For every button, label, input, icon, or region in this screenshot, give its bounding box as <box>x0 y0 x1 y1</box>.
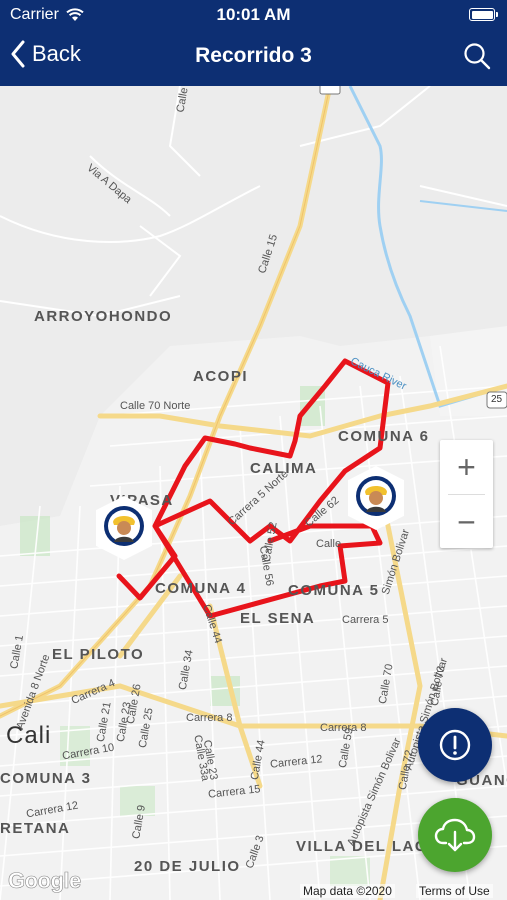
vehicle-marker-start[interactable] <box>96 496 152 572</box>
area-label-comuna4: COMUNA 4 <box>155 580 247 597</box>
area-label-arroyohondo: ARROYOHONDO <box>34 308 173 325</box>
navigation-bar: Back Recorrido 3 <box>0 30 507 86</box>
area-label-el-piloto: EL PILOTO <box>52 646 145 663</box>
map-attribution: Map data ©2020 <box>300 884 395 898</box>
area-label-acopi: ACOPI <box>193 368 249 385</box>
area-label-comuna5: COMUNA 5 <box>288 582 380 599</box>
zoom-control: + − <box>440 440 493 548</box>
area-label-el-sena: EL SENA <box>240 610 316 627</box>
street-label-carrera5: Carrera 5 <box>342 614 389 626</box>
search-button[interactable] <box>463 42 491 75</box>
map-view[interactable]: ARROYOHONDO ACOPI COMUNA 6 CALIMA VIPASA… <box>0 86 507 900</box>
zoom-in-button[interactable]: + <box>440 440 493 494</box>
google-logo: Google <box>8 868 82 894</box>
area-label-20-de-julio: 20 DE JULIO <box>134 858 241 875</box>
status-bar: Carrier 10:01 AM <box>0 0 507 30</box>
street-label-carrera8-a: Carrera 8 <box>186 712 233 724</box>
area-label-comuna6: COMUNA 6 <box>338 428 430 445</box>
street-label-calle-b: Calle <box>316 538 342 550</box>
clock: 10:01 AM <box>216 5 291 24</box>
terms-of-use-link[interactable]: Terms of Use <box>416 884 493 898</box>
chevron-left-icon <box>11 40 25 68</box>
back-button[interactable]: Back <box>10 40 81 68</box>
area-label-comuna3: COMUNA 3 <box>0 770 92 787</box>
battery-icon <box>469 8 498 21</box>
back-label: Back <box>32 41 81 66</box>
area-label-retana: RETANA <box>0 820 71 837</box>
vehicle-marker-end[interactable] <box>348 466 404 542</box>
cloud-download-icon <box>434 818 476 852</box>
city-label-cali: Cali <box>6 722 52 749</box>
zoom-out-button[interactable]: − <box>440 495 493 549</box>
driver-avatar-icon <box>356 476 396 516</box>
download-button[interactable] <box>418 798 492 872</box>
exclamation-icon <box>439 729 471 761</box>
street-label-calle70n: Calle 70 Norte <box>120 400 191 412</box>
route-shield-25: 25 <box>491 394 503 405</box>
driver-avatar-icon <box>104 506 144 546</box>
search-icon <box>464 43 491 70</box>
alert-button[interactable] <box>418 708 492 782</box>
